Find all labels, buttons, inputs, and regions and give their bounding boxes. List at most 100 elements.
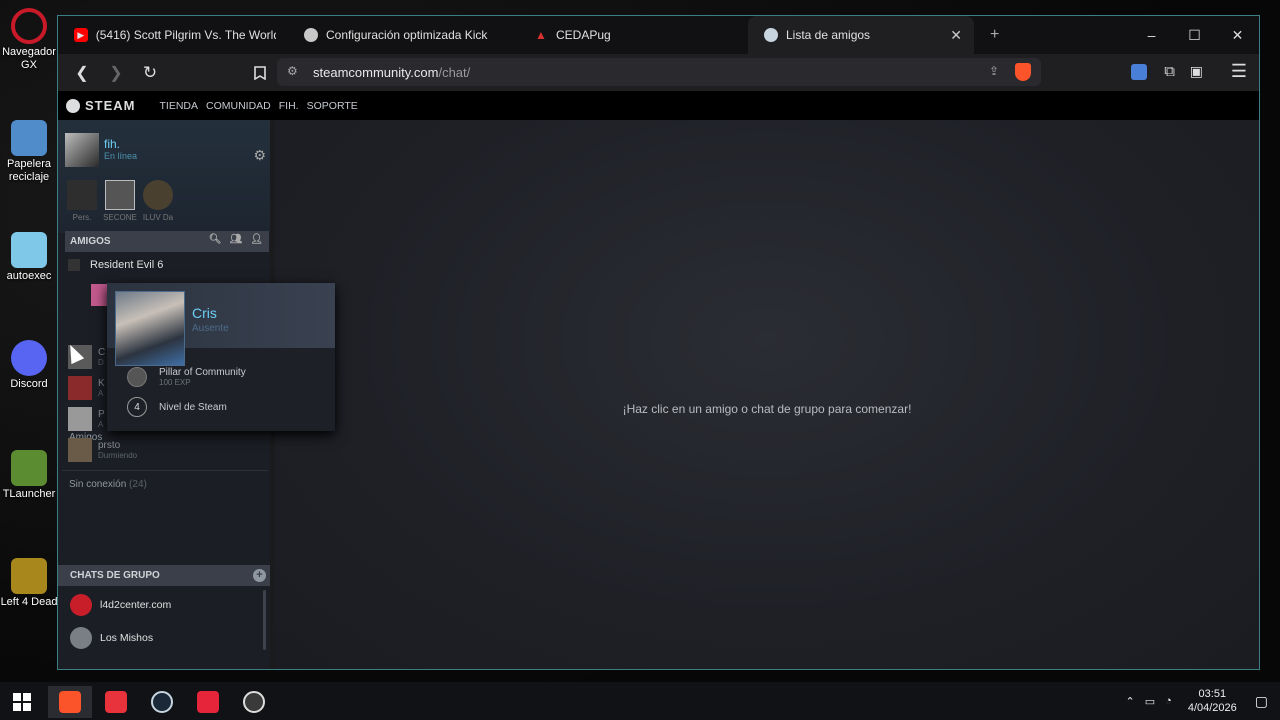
badge-title: Pillar of Community (159, 367, 246, 378)
gear-icon[interactable]: ⚙ (253, 147, 266, 164)
avatar (115, 291, 185, 366)
site-settings-icon[interactable]: ⚙ (287, 64, 298, 78)
forward-icon[interactable]: ❯ (102, 59, 130, 87)
friends-header: AMIGOS 🔍︎ 👥︎ 👤︎ (65, 231, 269, 252)
brave-shields-icon[interactable] (1015, 63, 1031, 81)
steam-logo[interactable]: STEAM (66, 98, 136, 113)
clock-time: 03:51 (1198, 688, 1227, 700)
friends-header-icons: 🔍︎ 👥︎ 👤︎ (209, 234, 263, 245)
game-thumbnail (105, 180, 135, 210)
maximize-button[interactable]: ☐ (1173, 16, 1216, 54)
level-icon: 4 (127, 397, 147, 417)
taskbar-brave[interactable] (48, 686, 92, 718)
nav-profile[interactable]: FIH. (279, 100, 299, 112)
friend-name: prsto (98, 440, 121, 451)
level-row: 4 Nivel de Steam (127, 397, 227, 417)
tab-title: CEDAPug (556, 28, 611, 42)
address-bar[interactable]: ⚙ steamcommunity.com/chat/ ⇪ (277, 58, 1041, 86)
friend-row[interactable]: KA (68, 376, 105, 400)
bookmark-icon[interactable] (246, 59, 274, 87)
divider (62, 470, 268, 471)
hover-card-name: Cris (192, 305, 217, 321)
scrollbar[interactable] (263, 590, 266, 650)
steam-logo-icon (66, 98, 80, 113)
desktop-icon-label: Discord (10, 378, 48, 390)
translate-icon[interactable] (1131, 64, 1147, 80)
friend-name: P (98, 409, 105, 420)
desktop-icon-discord[interactable]: Discord (0, 340, 58, 391)
hover-card-status: Ausente (192, 323, 229, 334)
wallet-icon[interactable]: ▣ (1190, 63, 1203, 80)
friend-status: Durmiendo (98, 451, 138, 460)
avatar (70, 594, 92, 616)
friend-row[interactable] (91, 284, 107, 306)
share-icon[interactable]: ⇪ (989, 64, 999, 78)
recent-game[interactable]: ILUV Da (141, 180, 175, 222)
desktop-icon-recycle-bin[interactable]: Papelera reciclaje (0, 120, 58, 184)
chat-area: ¡Haz clic en un amigo o chat de grupo pa… (275, 120, 1259, 669)
notifications-icon[interactable]: ▢ (1255, 693, 1268, 710)
menu-icon[interactable]: ☰ (1231, 61, 1247, 82)
friends-header-label: AMIGOS (70, 236, 111, 247)
pending-friends-icon[interactable]: 👤︎ (250, 234, 263, 245)
wifi-icon[interactable]: ◔ (1165, 695, 1172, 707)
group-chat-row[interactable]: l4d2center.com (70, 594, 171, 616)
desktop-icon-label: Left 4 Dead (0, 596, 58, 608)
in-game-group[interactable]: Resident Evil 6 (68, 259, 163, 271)
nav-community[interactable]: COMUNIDAD (206, 100, 271, 112)
recent-game[interactable]: Pers. (65, 180, 99, 222)
friend-hover-card: Cris Ausente Pillar of Community 100 EXP… (107, 283, 335, 431)
add-friend-icon[interactable]: 👥︎ (230, 234, 243, 245)
tab-chatgpt[interactable]: Configuración optimizada Kick (288, 16, 518, 54)
steam-top-nav: STEAM TIENDA COMUNIDAD FIH. SOPORTE (58, 91, 1259, 120)
taskbar-steam[interactable] (140, 686, 184, 718)
extensions-icon[interactable]: ⧉ (1164, 63, 1175, 80)
tab-bar: ▶ (5416) Scott Pilgrim Vs. The World - E… (58, 16, 1259, 54)
taskbar-opera-gx[interactable] (94, 686, 138, 718)
badge-xp: 100 EXP (159, 378, 191, 387)
close-window-button[interactable]: ✕ (1216, 16, 1259, 54)
battery-icon[interactable]: ▭ (1145, 695, 1155, 708)
recent-game[interactable]: SECONE (103, 180, 137, 222)
start-button[interactable] (0, 686, 44, 718)
recent-games: Pers. SECONE ILUV Da (65, 180, 175, 222)
recycle-bin-icon (11, 120, 47, 156)
avatar (68, 438, 92, 462)
taskbar-app[interactable] (186, 686, 230, 718)
desktop-icon-autoexec[interactable]: autoexec (0, 232, 58, 283)
friend-row[interactable]: PA (68, 407, 105, 431)
tab-close-icon[interactable]: ✕ (950, 27, 962, 44)
game-icon (68, 259, 80, 271)
discord-icon (11, 340, 47, 376)
tab-cedapug[interactable]: ▲ CEDAPug (518, 16, 748, 54)
minimize-button[interactable]: – (1130, 16, 1173, 54)
friend-row[interactable]: prsto Durmiendo (68, 438, 137, 462)
back-icon[interactable]: ❮ (68, 59, 96, 87)
add-group-chat-icon[interactable]: + (253, 569, 266, 582)
opera-gx-icon (11, 8, 47, 44)
self-name[interactable]: fih. (104, 137, 120, 151)
group-chats-header[interactable]: CHATS DE GRUPO + (58, 565, 270, 586)
desktop-icon-tlauncher[interactable]: TLauncher (0, 450, 58, 501)
steam-icon (151, 691, 173, 713)
game-thumbnail (143, 180, 173, 210)
taskbar-obs[interactable] (232, 686, 276, 718)
browser-toolbar: ❮ ❯ ↻ ⚙ steamcommunity.com/chat/ ⇪ ⧉ ▣ ☰ (58, 54, 1259, 91)
chevron-up-icon[interactable]: ⌃ (1126, 695, 1135, 708)
self-status[interactable]: En línea (104, 151, 137, 161)
clock[interactable]: 03:51 4/04/2026 (1188, 687, 1237, 715)
desktop-icon-opera-gx[interactable]: Navegador GX (0, 8, 58, 72)
new-tab-button[interactable]: + (974, 16, 1014, 54)
chat-placeholder: ¡Haz clic en un amigo o chat de grupo pa… (622, 402, 912, 416)
search-icon[interactable]: 🔍︎ (209, 234, 222, 245)
nav-support[interactable]: SOPORTE (307, 100, 358, 112)
avatar[interactable] (65, 133, 99, 167)
reload-icon[interactable]: ↻ (136, 59, 164, 87)
group-chat-row[interactable]: Los Mishos (70, 627, 153, 649)
desktop-icon-left4dead[interactable]: Left 4 Dead (0, 558, 58, 609)
offline-group[interactable]: Sin conexión (24) (69, 479, 147, 490)
tab-steam-friends[interactable]: Lista de amigos ✕ (748, 16, 974, 54)
nav-store[interactable]: TIENDA (160, 100, 199, 112)
tab-youtube[interactable]: ▶ (5416) Scott Pilgrim Vs. The World - E (58, 16, 288, 54)
url-path: /chat/ (438, 64, 471, 80)
